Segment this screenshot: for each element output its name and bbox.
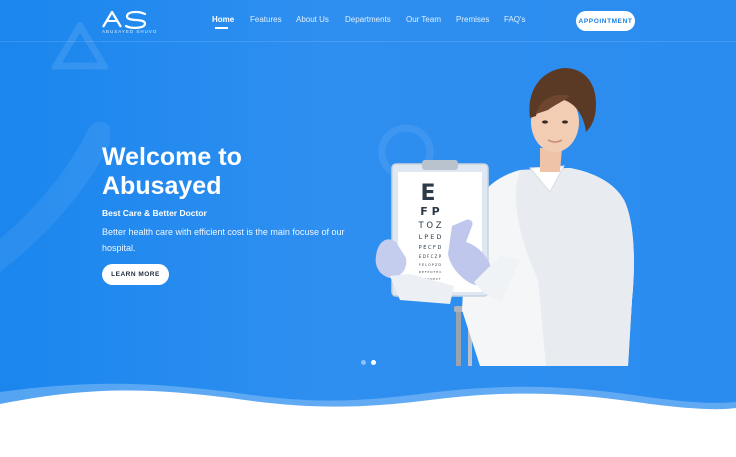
eye-chart-row-4: L P E D xyxy=(419,233,442,241)
nav-item-features[interactable]: Features xyxy=(250,15,282,24)
eye-chart-row-6: E D F C Z P xyxy=(419,254,442,259)
learn-more-button[interactable]: LEARN MORE xyxy=(102,264,169,285)
eye-chart-row-2: F P xyxy=(420,205,439,218)
hero-subtitle: Best Care & Better Doctor xyxy=(102,208,207,218)
brand-subtitle: ABUSAYED SHUVO xyxy=(102,29,158,34)
hero-title: Welcome to Abusayed xyxy=(102,143,242,200)
eye-chart-row-7: F E L O P Z D xyxy=(419,263,441,267)
nav-item-premises[interactable]: Premises xyxy=(456,15,489,24)
nav-item-about-us[interactable]: About Us xyxy=(296,15,329,24)
slider-dots xyxy=(358,360,378,368)
hero-description: Better health care with efficient cost i… xyxy=(102,227,345,253)
hero-section: ABUSAYED SHUVO Home Features About Us De… xyxy=(0,0,736,457)
slider-dot-2[interactable] xyxy=(371,360,376,365)
eye-chart-row-8: D E F P O T E C xyxy=(419,270,442,274)
nav-item-faq[interactable]: FAQ's xyxy=(504,15,526,24)
active-nav-indicator xyxy=(215,27,228,29)
eye-chart-row-5: P E C F D xyxy=(419,245,442,251)
eye-chart-row-1: E xyxy=(420,181,435,206)
nav-item-our-team[interactable]: Our Team xyxy=(406,15,441,24)
nav-item-departments[interactable]: Departments xyxy=(345,15,391,24)
slider-dot-1[interactable] xyxy=(361,360,366,365)
doctor-illustration: E F P T O Z L P E D P E C F D E D F C Z … xyxy=(375,68,634,366)
eye-chart-row-3: T O Z xyxy=(417,221,441,231)
site-header: ABUSAYED SHUVO Home Features About Us De… xyxy=(0,0,736,42)
wave-divider xyxy=(0,383,736,457)
nav-item-home[interactable]: Home xyxy=(212,15,234,24)
appointment-button[interactable]: APPOINTMENT xyxy=(576,11,635,31)
